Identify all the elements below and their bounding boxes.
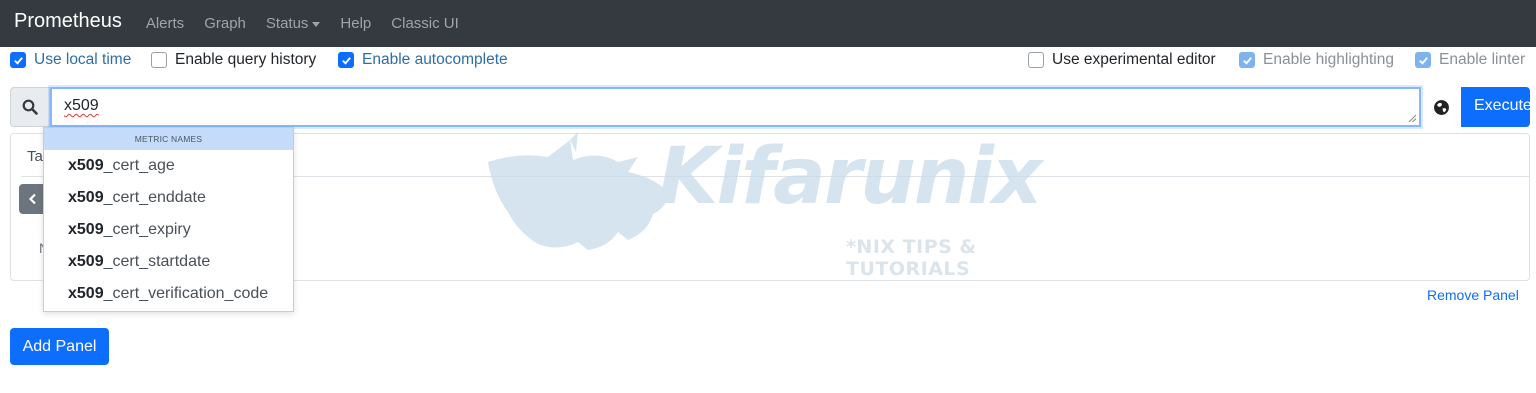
execute-button[interactable]: Execute xyxy=(1461,87,1532,127)
globe-icon xyxy=(1434,99,1449,115)
option-label: Enable autocomplete xyxy=(362,51,508,68)
resize-handle-icon[interactable] xyxy=(1408,114,1416,122)
watermark: Kifarunix *NIX TIPS & TUTORIALS xyxy=(478,132,1058,280)
option-label: Enable linter xyxy=(1439,51,1526,68)
search-button[interactable] xyxy=(10,87,50,127)
checkbox-unchecked-icon[interactable] xyxy=(151,52,167,68)
option-enable-linter[interactable]: Enable linter xyxy=(1415,48,1525,72)
nav-alerts[interactable]: Alerts xyxy=(146,15,184,32)
autocomplete-item[interactable]: x509 _cert_age xyxy=(44,150,293,182)
expression-text: x509 xyxy=(64,97,99,114)
rhino-logo-icon xyxy=(488,132,668,250)
search-icon xyxy=(22,99,38,115)
autocomplete-item[interactable]: x509 _cert_enddate xyxy=(44,182,293,214)
caret-down-icon xyxy=(312,21,321,27)
watermark-title: Kifarunix xyxy=(658,132,1042,222)
option-enable-query-history[interactable]: Enable query history xyxy=(151,48,316,72)
option-label: Enable query history xyxy=(175,51,317,68)
query-options: Use local time Enable query history Enab… xyxy=(0,48,1536,72)
autocomplete-match: x509 xyxy=(68,253,104,270)
add-panel-button[interactable]: Add Panel xyxy=(10,328,109,365)
remove-panel-link[interactable]: Remove Panel xyxy=(1427,287,1519,303)
autocomplete-item[interactable]: x509 _cert_startdate xyxy=(44,246,293,278)
autocomplete-match: x509 xyxy=(68,189,104,206)
option-label: Use local time xyxy=(34,51,132,68)
autocomplete-dropdown: METRIC NAMES x509 _cert_age x509 _cert_end… xyxy=(43,127,294,312)
autocomplete-rest: _cert_expiry xyxy=(103,221,191,238)
autocomplete-item[interactable]: x509 _cert_verification_code xyxy=(44,278,293,310)
option-label: Enable highlighting xyxy=(1263,51,1394,68)
autocomplete-rest: _cert_age xyxy=(103,157,175,174)
autocomplete-header: METRIC NAMES xyxy=(44,128,293,150)
brand-logo[interactable]: Prometheus xyxy=(14,10,122,33)
checkbox-unchecked-icon[interactable] xyxy=(1028,52,1044,68)
nav-status-dropdown[interactable]: Status xyxy=(266,15,321,32)
nav-status-label: Status xyxy=(265,15,309,32)
option-use-experimental-editor[interactable]: Use experimental editor xyxy=(1028,48,1216,72)
checkbox-checked-icon[interactable] xyxy=(1239,52,1255,68)
autocomplete-match: x509 xyxy=(68,285,104,302)
checkbox-checked-icon[interactable] xyxy=(10,52,26,68)
top-navbar: Prometheus Alerts Graph Status Help Clas… xyxy=(0,0,1536,47)
metrics-explorer-button[interactable] xyxy=(1423,87,1460,127)
autocomplete-rest: _cert_startdate xyxy=(103,253,211,270)
option-use-local-time[interactable]: Use local time xyxy=(10,48,131,72)
autocomplete-match: x509 xyxy=(68,157,104,174)
autocomplete-rest: _cert_enddate xyxy=(103,189,206,206)
option-enable-autocomplete[interactable]: Enable autocomplete xyxy=(338,48,508,72)
autocomplete-match: x509 xyxy=(68,221,104,238)
nav-help[interactable]: Help xyxy=(340,15,371,32)
option-label: Use experimental editor xyxy=(1052,51,1216,68)
checkbox-checked-icon[interactable] xyxy=(338,52,354,68)
nav-classic-ui[interactable]: Classic UI xyxy=(391,15,459,32)
expression-row: x509 Execute xyxy=(10,87,1532,127)
checkbox-checked-icon[interactable] xyxy=(1415,52,1431,68)
expression-input[interactable]: x509 xyxy=(50,87,1421,127)
autocomplete-rest: _cert_verification_code xyxy=(103,285,269,302)
nav-graph[interactable]: Graph xyxy=(204,15,246,32)
chevron-left-icon xyxy=(28,193,36,205)
tab-table[interactable]: Ta xyxy=(27,148,43,165)
option-enable-highlighting[interactable]: Enable highlighting xyxy=(1239,48,1394,72)
watermark-subtitle: *NIX TIPS & TUTORIALS xyxy=(846,236,977,280)
autocomplete-item[interactable]: x509 _cert_expiry xyxy=(44,214,293,246)
